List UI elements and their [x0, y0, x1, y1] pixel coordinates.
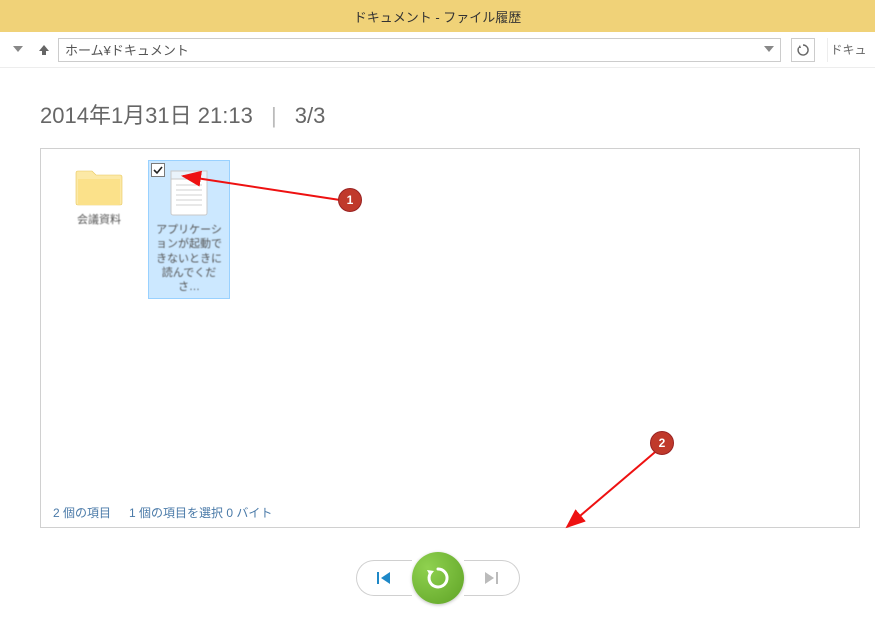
item-checkbox[interactable]	[151, 163, 165, 177]
refresh-icon	[796, 43, 810, 57]
document-label: アプリケーションが起動できないときに読んでくださ…	[151, 223, 227, 294]
meta-separator: |	[271, 103, 277, 128]
checkmark-icon	[153, 165, 163, 175]
status-count: 2 個の項目	[53, 504, 111, 521]
document-icon	[169, 169, 209, 217]
folder-icon	[74, 165, 124, 207]
item-list: 会議資料 アプリケーションが起動できないときに読んでくださ…	[59, 161, 859, 298]
folder-item[interactable]: 会議資料	[59, 161, 139, 231]
title-bar: ドキュメント - ファイル履歴	[0, 0, 875, 32]
right-truncated-label: ドキュ	[827, 38, 869, 62]
address-bar[interactable]: ホーム¥ドキュメント	[58, 38, 781, 62]
annotation-marker-2: 2	[650, 431, 674, 455]
refresh-button[interactable]	[791, 38, 815, 62]
nav-up-icon[interactable]	[36, 42, 52, 58]
content-area: 2014年1月31日 21:13 | 3/3 会議資料	[0, 68, 875, 604]
status-selection: 1 個の項目を選択 0 バイト	[129, 504, 272, 521]
version-meta: 2014年1月31日 21:13 | 3/3	[40, 98, 835, 130]
file-pane: 会議資料 アプリケーションが起動できないときに読んでくださ…	[40, 148, 860, 528]
version-page: 3/3	[295, 103, 326, 128]
address-chevron-down-icon	[764, 46, 774, 54]
skip-forward-icon	[483, 571, 499, 585]
history-controls	[40, 552, 835, 604]
history-dropdown[interactable]	[6, 38, 30, 62]
document-item[interactable]: アプリケーションが起動できないときに読んでくださ…	[149, 161, 229, 298]
previous-version-button[interactable]	[356, 560, 412, 596]
address-path: ホーム¥ドキュメント	[65, 40, 189, 59]
window-title: ドキュメント - ファイル履歴	[354, 7, 522, 26]
next-version-button[interactable]	[464, 560, 520, 596]
version-timestamp: 2014年1月31日 21:13	[40, 103, 253, 128]
restore-button[interactable]	[412, 552, 464, 604]
skip-back-icon	[376, 571, 392, 585]
status-bar: 2 個の項目 1 個の項目を選択 0 バイト	[53, 504, 272, 521]
nav-bar: ホーム¥ドキュメント ドキュ	[0, 32, 875, 68]
folder-label: 会議資料	[77, 213, 121, 227]
annotation-1-label: 1	[347, 193, 354, 207]
annotation-2-label: 2	[659, 436, 666, 450]
annotation-marker-1: 1	[338, 188, 362, 212]
restore-icon	[424, 564, 452, 592]
